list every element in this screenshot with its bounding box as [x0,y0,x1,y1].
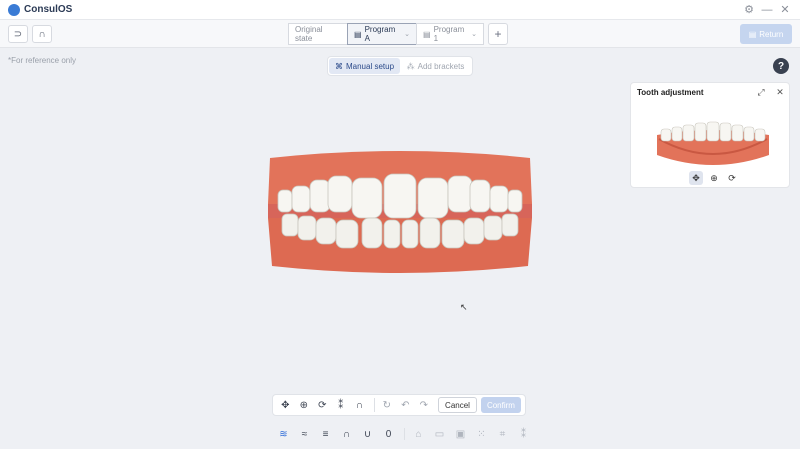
return-label: Return [759,29,784,39]
add-brackets-mode[interactable]: ⁂ Add brackets [400,58,471,74]
tab-program-a[interactable]: ▤ Program A ⌄ [347,23,417,45]
undo-icon[interactable]: ↶ [397,397,414,413]
action-bar: ✥ ⊕ ⟳ ⁑ ∩ ↻ ↶ ↷ Cancel Confirm [272,394,526,416]
redo-icon[interactable]: ↷ [416,397,433,413]
arch-view-button[interactable]: ∩ [32,25,52,43]
app-logo-icon [8,3,20,16]
occlusal-view-icon[interactable]: 0 [381,427,396,442]
divider [373,398,375,412]
tab-original-state[interactable]: Original state [288,23,348,45]
tooth-preview-image [657,121,769,165]
add-tab-button[interactable]: + [488,23,508,45]
expand-icon[interactable]: ⤢ [755,86,767,98]
brackets-icon: ⁂ [406,61,415,71]
document-icon: ▤ [748,29,757,39]
move-tooth-icon[interactable]: ✥ [689,171,703,185]
grid-icon[interactable]: ▣ [453,427,468,442]
lower-arch-view-icon[interactable]: ≡ [318,427,333,442]
mandible-view-icon[interactable]: ∪ [360,427,375,442]
move-tool-icon[interactable]: ✥ [277,397,294,413]
help-button[interactable]: ? [773,58,789,74]
tab-label: Program 1 [433,25,465,43]
rotate-tooth-icon[interactable]: ⟳ [725,171,739,185]
chevron-down-icon[interactable]: ⌄ [471,30,477,38]
collision-icon[interactable]: ⌗ [495,427,510,442]
bottom-view-bar: ≋ ≈ ≡ ∩ ∪ 0 ⌂ ▭ ▣ ⁙ ⌗ ⁑ [276,425,537,443]
divider [404,428,405,440]
tab-program-1[interactable]: ▤ Program 1 ⌄ [416,23,484,45]
mode-switch: ⌘ Manual setup ⁂ Add brackets [327,56,473,76]
title-bar: ConsulOS ⚙ — ✕ [0,0,800,20]
upper-arch-view-icon[interactable]: ≈ [297,427,312,442]
translate-tooth-icon[interactable]: ⊕ [707,171,721,185]
undo-view-button[interactable]: ⊃ [8,25,28,43]
return-button[interactable]: ▤ Return [740,24,792,44]
attachments-icon[interactable]: ⌂ [411,427,426,442]
maxilla-view-icon[interactable]: ∩ [339,427,354,442]
cancel-button[interactable]: Cancel [438,397,477,413]
tab-label: Program A [364,25,396,43]
dental-model-view[interactable] [262,148,538,276]
tooth-adjustment-panel: Tooth adjustment ⤢ ✕ ✥ ⊕ ⟳ [630,82,790,188]
reference-note: *For reference only [8,56,77,65]
full-arch-view-icon[interactable]: ≋ [276,427,291,442]
reset-icon[interactable]: ↻ [379,397,396,413]
close-panel-icon[interactable]: ✕ [774,86,786,98]
overlay-icon[interactable]: ▭ [432,427,447,442]
app-title: ConsulOS [24,4,73,15]
document-icon: ▤ [423,29,431,39]
manual-setup-mode[interactable]: ⌘ Manual setup [329,58,400,74]
mouse-cursor-icon: ↖ [460,302,468,312]
mode-label: Add brackets [417,61,465,71]
chevron-down-icon[interactable]: ⌄ [404,30,410,38]
program-tabs: Original state ▤ Program A ⌄ ▤ Program 1… [288,23,508,45]
manual-setup-icon: ⌘ [334,61,343,71]
arch-tool-icon[interactable]: ∩ [351,397,368,413]
panel-title: Tooth adjustment [637,88,704,97]
close-window-button[interactable]: ✕ [778,3,792,17]
confirm-button[interactable]: Confirm [480,397,521,413]
tooth-numbers-icon[interactable]: ⁑ [516,427,531,442]
tooth-tool-icon[interactable]: ⁑ [333,397,350,413]
translate-tool-icon[interactable]: ⊕ [296,397,313,413]
tab-label: Original state [295,25,323,43]
rotate-tool-icon[interactable]: ⟳ [314,397,331,413]
minimize-button[interactable]: — [760,3,774,17]
settings-icon[interactable]: ⚙ [742,3,756,17]
mode-label: Manual setup [345,61,395,71]
measure-icon[interactable]: ⁙ [474,427,489,442]
panel-tools: ✥ ⊕ ⟳ [687,171,741,185]
document-icon: ▤ [354,29,362,39]
